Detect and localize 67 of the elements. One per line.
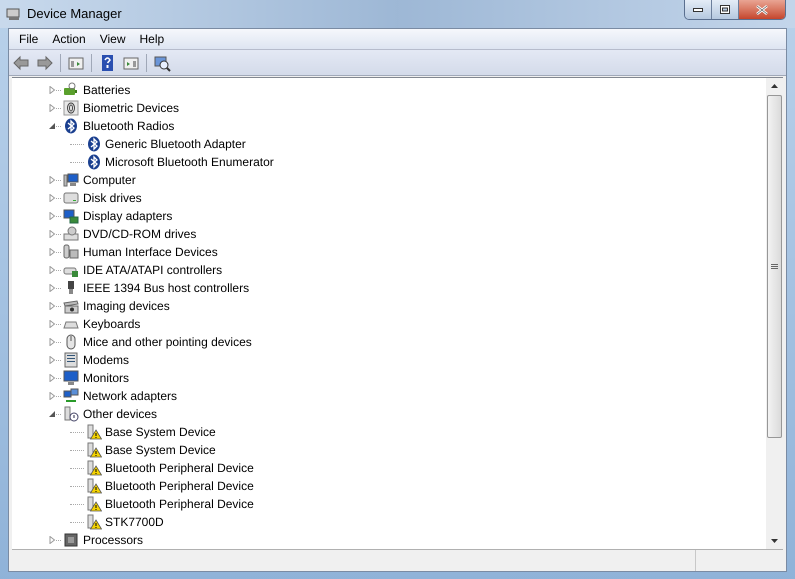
warning-device-icon [86,496,102,512]
scroll-thumb[interactable] [767,95,782,438]
fingerprint-icon [63,100,79,116]
minimize-icon [693,8,703,12]
scrollbar[interactable] [766,78,783,549]
network-icon [63,388,79,404]
bluetooth-icon [86,136,102,152]
warning-device-icon [86,514,102,530]
tree-item[interactable]: Other devices [83,405,158,423]
expander-icon[interactable] [48,410,56,418]
menu-item[interactable]: Action [45,30,93,48]
warning-device-icon [86,424,102,440]
tree-item[interactable]: Biometric Devices [83,99,180,117]
tree-item[interactable]: Generic Bluetooth Adapter [105,135,246,153]
menu-item[interactable]: Help [132,30,172,48]
tree-item[interactable]: STK7700D [105,513,164,531]
tree-item[interactable]: Bluetooth Peripheral Device [105,459,254,477]
tree-item[interactable]: Human Interface Devices [83,243,218,261]
menu-item[interactable]: File [12,30,46,48]
menu-item[interactable]: View [92,30,132,48]
magnifier-icon [153,54,171,72]
tree-item[interactable]: Modems [83,351,130,369]
tree-item[interactable]: Microsoft Bluetooth Enumerator [105,153,274,171]
monitor-icon [63,370,79,386]
bluetooth-icon [63,118,79,134]
tree-item[interactable]: Base System Device [105,441,216,459]
tree-item[interactable]: Mice and other pointing devices [83,333,252,351]
close-button[interactable] [739,0,785,19]
left-arrow-icon [12,54,30,72]
window-title: Device Manager [27,5,122,24]
tree-item[interactable]: IDE ATA/ATAPI controllers [83,261,222,279]
device-manager-icon [6,6,22,22]
tree-item[interactable]: Bluetooth Radios [83,117,174,135]
tree-item[interactable]: Display adapters [83,207,172,225]
tree-item[interactable]: Imaging devices [83,297,170,315]
input-device-icon [63,244,79,260]
tree-item[interactable]: Bluetooth Peripheral Device [105,495,254,513]
tree-item[interactable]: Disk drives [83,189,142,207]
tree-item[interactable]: IEEE 1394 Bus host controllers [83,279,250,297]
minimize-button[interactable] [685,0,712,19]
right-arrow-icon [36,54,54,72]
optical-drive-icon [63,226,79,242]
disk-drive-icon [63,190,79,206]
tree-item[interactable]: DVD/CD-ROM drives [83,225,196,243]
tree-item[interactable]: Monitors [83,369,130,387]
warning-device-icon [86,460,102,476]
tree-item[interactable]: Computer [83,171,136,189]
computer-icon [63,172,79,188]
tree-item[interactable]: Bluetooth Peripheral Device [105,477,254,495]
tree-item[interactable]: Base System Device [105,423,216,441]
scanner-icon [63,298,79,314]
battery-icon [63,82,79,98]
tree-item[interactable]: Network adapters [83,387,178,405]
close-icon [756,4,768,14]
unknown-device-icon [63,406,79,422]
display-adapter-icon [63,208,79,224]
warning-device-icon [86,442,102,458]
warning-device-icon [86,478,102,494]
tree-item[interactable]: Keyboards [83,315,140,333]
processor-icon [63,532,79,548]
tree-item[interactable]: Processors [83,531,144,549]
modem-icon [63,352,79,368]
tree-item[interactable]: Batteries [83,81,130,99]
expander-icon[interactable] [48,122,56,130]
bluetooth-icon [86,154,102,170]
maximize-button[interactable] [712,0,739,19]
maximize-icon [720,5,730,14]
